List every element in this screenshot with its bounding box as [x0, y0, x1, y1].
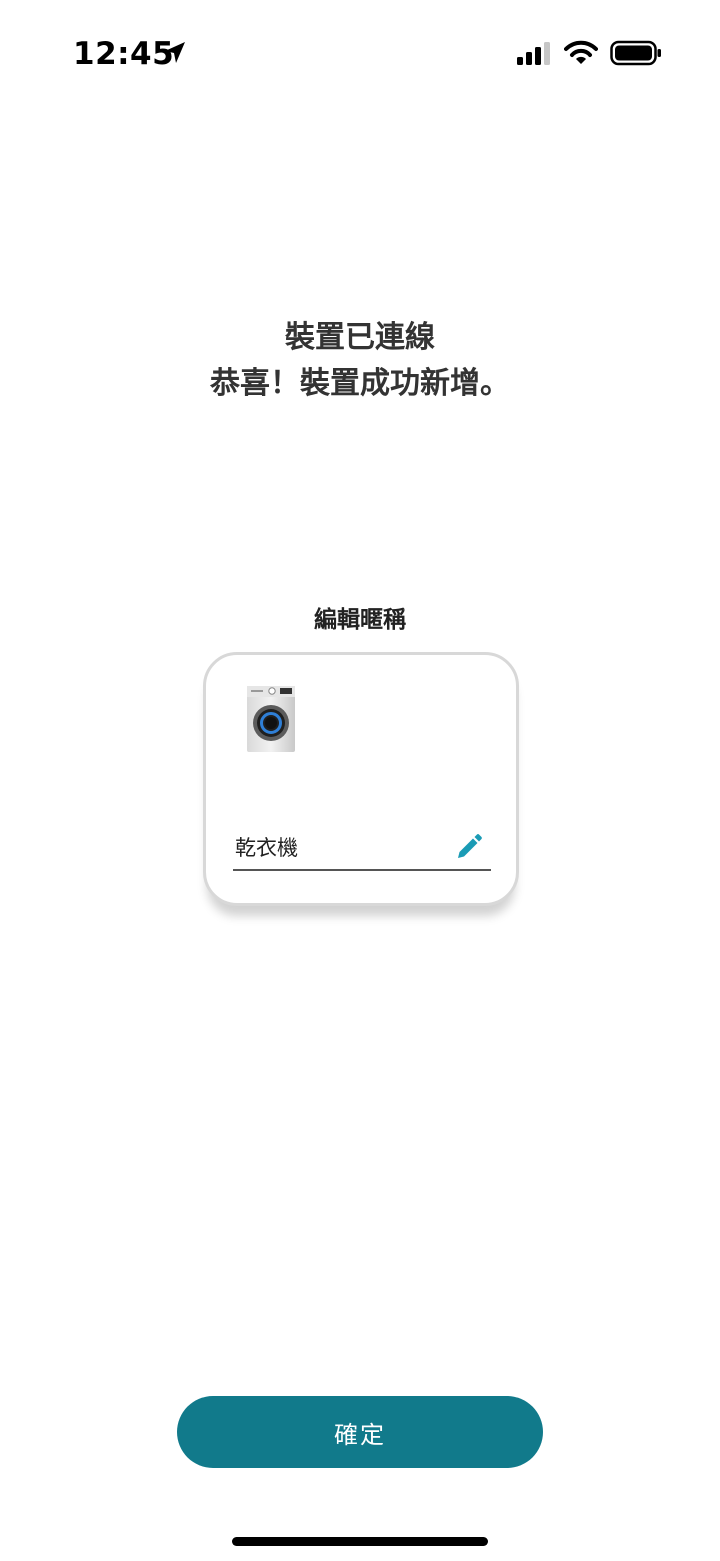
success-message: 恭喜！裝置成功新增。: [210, 366, 510, 401]
confirm-button[interactable]: 確定: [177, 1396, 543, 1468]
battery-icon: [610, 40, 661, 66]
pencil-icon[interactable]: [455, 833, 483, 861]
device-card: [203, 652, 519, 906]
wifi-icon: [564, 40, 598, 64]
home-indicator[interactable]: [232, 1537, 488, 1546]
nickname-input[interactable]: [233, 829, 461, 865]
cellular-signal-icon: [517, 42, 550, 65]
location-arrow-icon: [165, 42, 185, 63]
status-bar: 12:45: [0, 0, 720, 100]
edit-nickname-label: 編輯暱稱: [314, 607, 406, 633]
dryer-appliance-icon: [247, 686, 295, 752]
connected-title: 裝置已連線: [285, 320, 435, 355]
input-underline: [233, 869, 491, 871]
status-time: 12:45: [73, 36, 175, 72]
